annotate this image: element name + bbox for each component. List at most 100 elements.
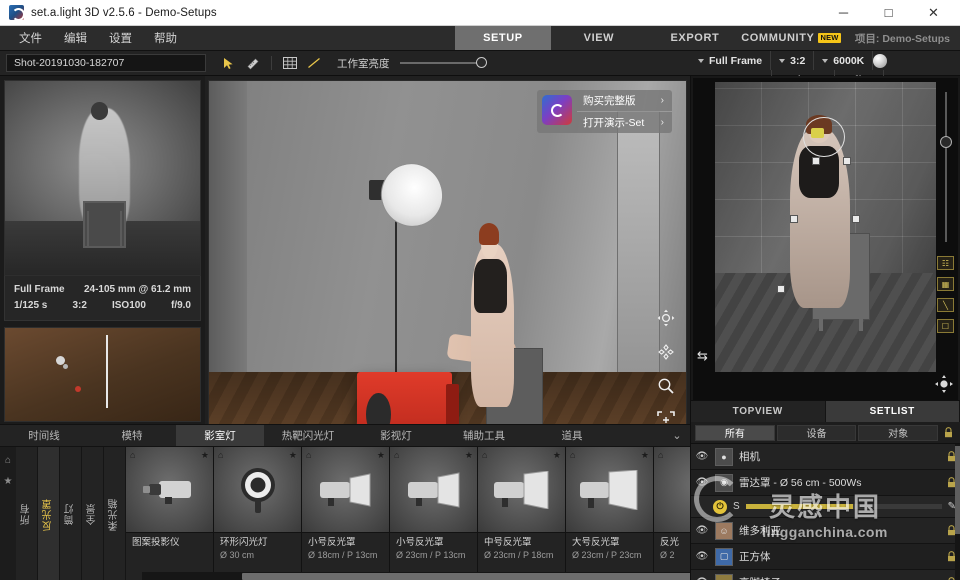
favorite-star-icon[interactable]: ★ [553,450,561,461]
light-power-slider[interactable] [745,504,942,509]
library-scroll-thumb[interactable] [242,573,690,580]
orbit-rotate-icon[interactable] [656,342,676,362]
visibility-eye-icon[interactable]: 👁 [695,477,709,488]
home-icon[interactable]: ⌂ [5,455,11,466]
setlist-row-stool[interactable]: 👁 ⚌ 高脚椅子 [691,570,960,580]
menu-settings[interactable]: 设置 [98,26,143,51]
minimize-button[interactable]: ─ [821,0,866,26]
tab-setlist[interactable]: SETLIST [825,401,960,422]
filter-objects[interactable]: 对象 [858,424,939,441]
setlist-row-light[interactable]: 👁 ◉ 雷达罩 - Ø 56 cm - 500Ws [691,470,960,496]
setlist-scrollbar[interactable] [955,444,960,580]
pan-move-icon[interactable] [656,308,676,328]
color-chart-icon[interactable]: ▦ [937,277,954,291]
transform-handle[interactable] [790,215,799,224]
orientation-icon[interactable]: ☐ [937,319,954,333]
aspect-ratio-select[interactable]: 3:2 [771,51,815,70]
transform-handle[interactable] [776,285,785,293]
tab-setup[interactable]: SETUP [454,26,551,50]
library-item[interactable]: ⌂ ★ 大号反光罩 Ø 23cm / P 23cm [566,447,654,580]
brightness-slider-knob[interactable] [475,57,487,68]
favorite-star-icon[interactable]: ★ [641,450,649,461]
favorite-star-icon[interactable]: ★ [4,476,13,487]
promo-overlay: 购买完整版 › 打开演示-Set › [537,90,672,133]
library-item[interactable]: ⌂ ★ 环形闪光灯 Ø 30 cm [214,447,302,580]
menu-edit[interactable]: 编辑 [53,26,98,51]
white-balance-select[interactable]: 6000K [814,51,874,70]
white-balance-ball-icon[interactable] [873,53,888,68]
library-item[interactable]: ⌂ ★ 小号反光罩 Ø 18cm / P 13cm [302,447,390,580]
lib-cat-reflector[interactable]: 反光罩 [38,447,60,580]
library-collapse-chevron-icon[interactable]: ⌄ [664,425,690,446]
maximize-button[interactable]: □ [866,0,911,26]
new-badge: NEW [818,33,841,43]
cursor-select-icon[interactable] [218,53,240,73]
camera-preview-render[interactable]: ⇆ ☷ ▦ ╲ ☐ [693,78,958,400]
line-tool-icon[interactable] [303,53,325,73]
lib-cat-softbox[interactable]: 柔光箱 [104,447,126,580]
measure-ruler-icon[interactable] [242,53,264,73]
library-item-name: 大号反光罩 [572,537,620,548]
lib-cat-panorama[interactable]: 全景 [82,447,104,580]
favorite-star-icon[interactable]: ★ [289,450,297,461]
library-item-grid[interactable]: ⌂ ★ 图案投影仪 ⌂ ★ 环形闪光灯 Ø 30 cm ⌂ ★ 小号反光罩 Ø … [126,447,690,580]
visibility-eye-icon[interactable]: 👁 [695,551,709,562]
power-toggle-icon[interactable]: ⏻ [713,499,727,514]
reflector-icon: ⌂ ★ [302,447,389,533]
favorite-star-icon[interactable]: ★ [377,450,385,461]
shot-name-input[interactable]: Shot-20191030-182707 [6,54,206,72]
library-item[interactable]: ⌂ ★ 中号反光罩 Ø 23cm / P 18cm [478,447,566,580]
zoom-magnifier-icon[interactable] [656,376,676,396]
stool-icon: ⚌ [715,573,733,580]
render-zoom-knob[interactable] [940,136,952,148]
lib-cat-all[interactable]: 所有 [16,447,38,580]
lib-tab-video-lights[interactable]: 影视灯 [352,425,440,446]
favorite-star-icon[interactable]: ★ [465,450,473,461]
lib-cat-tube[interactable]: 筒灯 [60,447,82,580]
setlist-row-model[interactable]: 👁 ☺ 维多利亚 [691,518,960,544]
library-item[interactable]: ⌂ ★ 图案投影仪 [126,447,214,580]
lib-tab-models[interactable]: 模特 [88,425,176,446]
application-window: set.a.light 3D v2.5.6 - Demo-Setups ─ □ … [0,0,960,580]
top-view-minimap[interactable] [4,327,201,422]
open-demo-set-button[interactable]: 打开演示-Set › [577,112,672,133]
setlist-row-camera[interactable]: 👁 ● 相机 [691,444,960,470]
lib-tab-studio-lights[interactable]: 影室灯 [176,425,264,446]
buy-full-version-button[interactable]: 购买完整版 › [577,90,672,112]
favorite-star-icon[interactable]: ★ [201,450,209,461]
lib-tab-tools[interactable]: 辅助工具 [440,425,528,446]
library-item[interactable]: ⌂ ★ 小号反光罩 Ø 23cm / P 13cm [390,447,478,580]
library-horizontal-scrollbar[interactable] [142,572,690,580]
lib-tab-timeline[interactable]: 时间线 [0,425,88,446]
grid-overlay-icon[interactable]: ☷ [937,256,954,270]
close-button[interactable]: ✕ [911,0,956,26]
bw-preview-render[interactable] [4,80,201,276]
render-prev-arrow-icon[interactable]: ⇆ [697,348,708,364]
tab-community[interactable]: COMMUNITY NEW [741,26,841,50]
lib-tab-props[interactable]: 道具 [528,425,616,446]
selection-badge-icon[interactable] [811,128,825,139]
lib-tab-speedlights[interactable]: 热靶闪光灯 [264,425,352,446]
light-power-row[interactable]: ⏻ S ✎ [691,496,960,518]
tab-topview[interactable]: TOPVIEW [691,401,826,422]
studio-brightness-slider[interactable] [399,57,487,68]
transform-handle[interactable] [852,215,861,224]
menu-help[interactable]: 帮助 [143,26,188,51]
setlist-row-cube[interactable]: 👁 ▢ 正方体 [691,544,960,570]
tab-view[interactable]: VIEW [551,26,647,50]
filter-devices[interactable]: 设备 [776,424,857,441]
buy-full-version-label: 购买完整版 [583,95,636,107]
visibility-eye-icon[interactable]: 👁 [695,451,709,462]
tab-export[interactable]: EXPORT [647,26,743,50]
library-item[interactable]: ⌂ ★ 反光 Ø 2 [654,447,690,580]
render-zoom-slider[interactable] [940,92,952,242]
transform-handle[interactable] [812,157,821,166]
transform-handle[interactable] [843,157,852,166]
sensor-select[interactable]: Full Frame [690,51,772,70]
render-pan-gizmo-icon[interactable] [934,374,954,394]
visibility-eye-icon[interactable]: 👁 [695,525,709,536]
filter-all[interactable]: 所有 [695,424,775,441]
menu-file[interactable]: 文件 [8,26,53,51]
histogram-icon[interactable]: ╲ [937,298,954,312]
grid-icon[interactable] [279,53,301,73]
